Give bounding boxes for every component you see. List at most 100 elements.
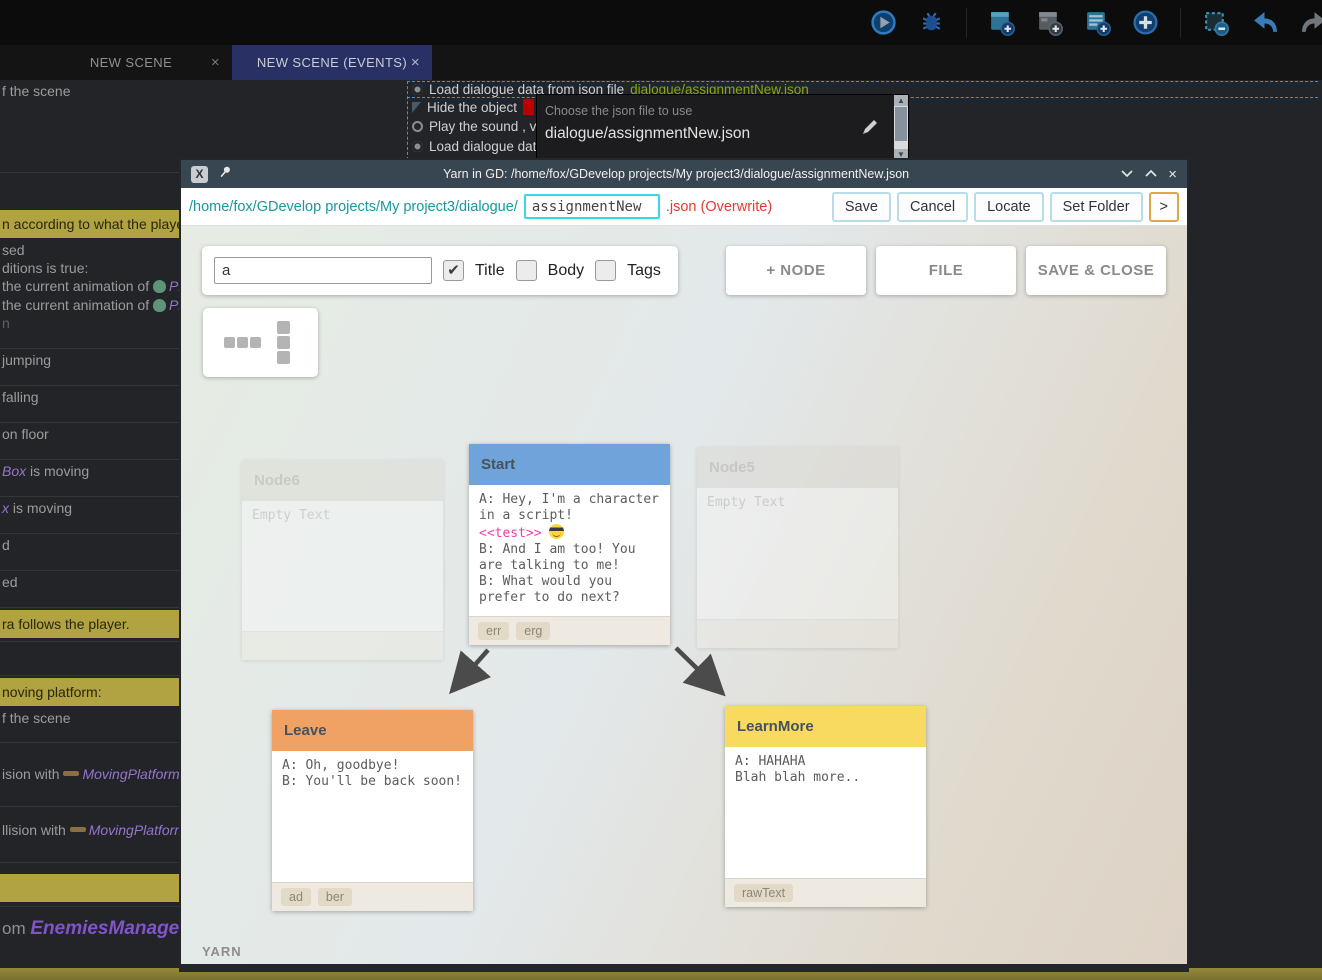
event-row[interactable]: ed — [2, 574, 18, 590]
condition-row[interactable]: ision with MovingPlatform — [2, 766, 180, 782]
event-row[interactable]: jumping — [2, 352, 51, 368]
file-path: /home/fox/GDevelop projects/My project3/… — [189, 199, 518, 215]
delete-instances-icon[interactable] — [1202, 9, 1229, 36]
tab-new-scene[interactable]: NEW SCENE × — [30, 45, 232, 80]
add-external-events-icon[interactable] — [1084, 9, 1111, 36]
play-icon[interactable] — [870, 9, 897, 36]
player-object-icon — [153, 299, 166, 312]
checkbox-title-label: Title — [475, 262, 505, 280]
set-folder-button[interactable]: Set Folder — [1050, 192, 1143, 222]
search-card: ✔ Title Body Tags — [202, 246, 678, 295]
node-title: Leave — [272, 710, 473, 751]
arrange-widget[interactable] — [203, 308, 318, 377]
event-action-play-sound[interactable]: Play the sound , v — [412, 118, 536, 134]
search-input[interactable] — [214, 257, 432, 284]
object-name: x — [2, 500, 9, 516]
redo-icon[interactable] — [1300, 9, 1322, 36]
undo-icon[interactable] — [1250, 9, 1279, 36]
comment-row[interactable]: n according to what the playe — [0, 210, 181, 238]
object-name: Box — [2, 463, 26, 479]
condition-text: the current animation of — [2, 297, 153, 313]
debug-icon[interactable] — [918, 9, 945, 36]
file-button[interactable]: FILE — [876, 246, 1016, 295]
checkbox-tags-label: Tags — [627, 262, 661, 280]
yarn-node-node6[interactable]: Node6 Empty Text — [242, 460, 443, 660]
yarn-watermark: YARN — [202, 944, 242, 959]
dialog-pathbar: /home/fox/GDevelop projects/My project3/… — [181, 188, 1187, 226]
condition-row[interactable]: the current animation of Pl — [2, 278, 181, 294]
condition-text: the current animation of — [2, 278, 153, 294]
comment-row[interactable]: noving platform: — [0, 678, 181, 706]
checkbox-tags[interactable] — [595, 260, 616, 281]
node-footer: ad ber — [272, 882, 473, 911]
event-row[interactable]: om EnemiesManager — [2, 918, 181, 940]
event-row[interactable]: sed — [2, 242, 25, 258]
event-row[interactable]: on floor — [2, 426, 49, 442]
condition-row[interactable]: the current animation of Pl — [2, 297, 181, 313]
object-name: MovingPlatform — [89, 822, 181, 838]
dialog-titlebar[interactable]: X Yarn in GD: /home/fox/GDevelop project… — [181, 160, 1187, 188]
comment-row[interactable]: ra follows the player. — [0, 610, 181, 638]
action-text: Play the sound , v — [429, 119, 536, 134]
object-name: Pl — [169, 278, 181, 294]
locate-button[interactable]: Locate — [974, 192, 1044, 222]
toolbar-separator — [1180, 8, 1181, 38]
event-row[interactable]: d — [2, 537, 10, 553]
yarn-editor-canvas[interactable]: ✔ Title Body Tags + NODE FILE SAVE & CLO… — [181, 226, 1187, 964]
scroll-down-icon[interactable]: ▼ — [894, 149, 908, 160]
action-text: Hide the object — [427, 100, 517, 115]
event-row[interactable]: f the scene — [2, 710, 71, 726]
object-name: MovingPlatform — [82, 766, 179, 782]
yarn-dialog: X Yarn in GD: /home/fox/GDevelop project… — [181, 160, 1187, 964]
event-row[interactable]: Box is moving — [2, 463, 89, 479]
sound-icon — [412, 121, 423, 132]
yarn-node-start[interactable]: Start A: Hey, I'm a character in a scrip… — [469, 444, 670, 645]
add-node-button[interactable]: + NODE — [726, 246, 866, 295]
dialogue-text: B: And I am too! You are talking to me! … — [479, 542, 636, 605]
gear-icon — [412, 84, 423, 95]
scroll-up-icon[interactable]: ▲ — [894, 95, 908, 106]
yarn-node-leave[interactable]: Leave A: Oh, goodbye! B: You'll be back … — [272, 710, 473, 911]
node-tag: rawText — [734, 884, 793, 902]
arrange-horizontal-icon[interactable] — [224, 337, 261, 348]
filename-input[interactable] — [524, 194, 660, 219]
close-icon[interactable]: × — [1168, 167, 1177, 182]
comment-row[interactable] — [0, 874, 181, 902]
save-and-close-button[interactable]: SAVE & CLOSE — [1026, 246, 1166, 295]
cancel-button[interactable]: Cancel — [897, 192, 968, 222]
chevron-down-icon[interactable] — [1120, 165, 1134, 183]
tab-bar: NEW SCENE × NEW SCENE (EVENTS) × — [0, 45, 1322, 80]
save-button[interactable]: Save — [832, 192, 891, 222]
event-action-load-json-2[interactable]: Load dialogue dat — [412, 138, 536, 154]
checkbox-body[interactable] — [516, 260, 537, 281]
event-row[interactable]: x is moving — [2, 500, 72, 516]
edit-pencil-icon[interactable] — [860, 117, 880, 142]
scrollbar-thumb[interactable] — [895, 107, 907, 141]
arrange-vertical-icon[interactable] — [277, 321, 290, 364]
condition-text: llision with — [2, 822, 70, 838]
popup-json-value[interactable]: dialogue/assignmentNew.json — [545, 125, 750, 143]
popup-scrollbar[interactable]: ▲ ▼ — [894, 95, 908, 160]
close-icon[interactable]: × — [411, 54, 420, 71]
close-icon[interactable]: × — [211, 54, 220, 71]
yarn-node-learnmore[interactable]: LearnMore A: HAHAHA Blah blah more.. raw… — [725, 706, 926, 907]
pin-icon[interactable] — [218, 165, 232, 184]
add-object-icon[interactable] — [1132, 9, 1159, 36]
event-action-hide-object[interactable]: Hide the object — [412, 99, 534, 115]
checkbox-title-checked[interactable]: ✔ — [443, 260, 464, 281]
bottom-comment-strip — [0, 968, 1322, 980]
chevron-up-icon[interactable] — [1144, 165, 1158, 183]
node-body: A: HAHAHA Blah blah more.. — [725, 747, 926, 878]
yarn-node-node5[interactable]: Node5 Empty Text — [697, 447, 898, 648]
gear-icon — [412, 141, 423, 152]
condition-row[interactable]: llision with MovingPlatform — [2, 822, 181, 838]
event-row[interactable]: f the scene — [2, 83, 71, 99]
node-title: Node6 — [242, 460, 443, 501]
tab-new-scene-events[interactable]: NEW SCENE (EVENTS) × — [232, 45, 432, 80]
add-scene-icon[interactable] — [988, 9, 1015, 36]
player-object-icon — [153, 280, 166, 293]
more-button[interactable]: > — [1149, 192, 1179, 222]
node-footer — [242, 631, 443, 660]
add-external-layout-icon[interactable] — [1036, 9, 1063, 36]
event-row[interactable]: falling — [2, 389, 39, 405]
